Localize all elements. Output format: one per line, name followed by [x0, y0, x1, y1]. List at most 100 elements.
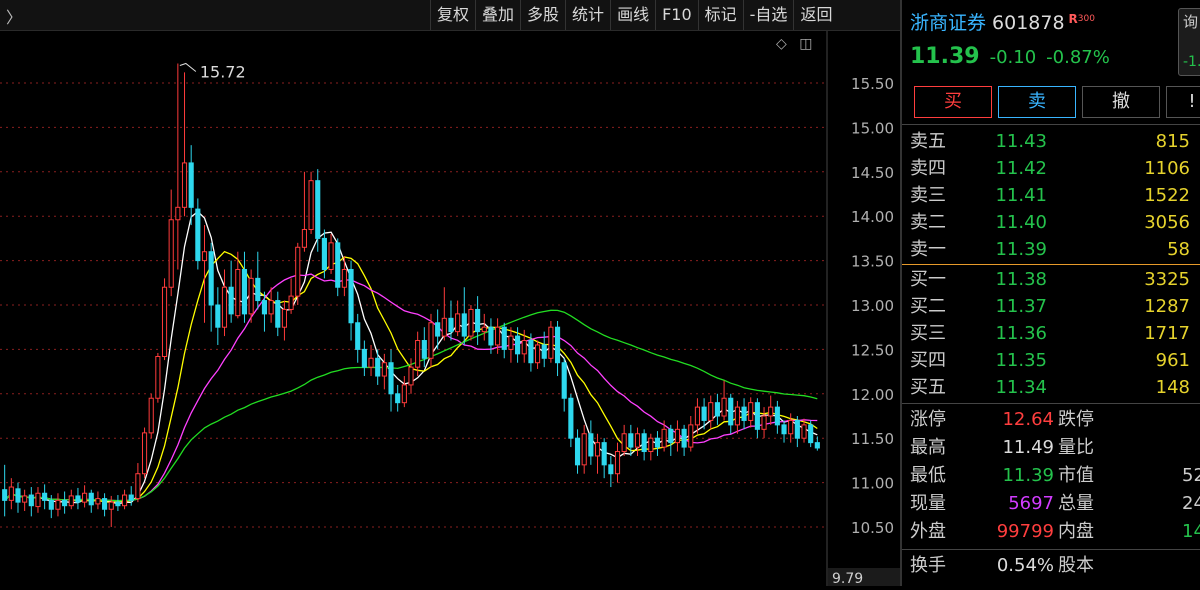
ask-row-1[interactable]: 卖一 11.39 58 — [910, 236, 1200, 263]
candle-body[interactable] — [68, 495, 74, 507]
candle-body[interactable] — [508, 335, 514, 350]
candle-body[interactable] — [375, 357, 381, 377]
candle-body[interactable] — [428, 322, 434, 359]
candle-body[interactable] — [75, 495, 81, 503]
ask-row-5[interactable]: 卖五 11.43 815 — [910, 128, 1200, 155]
candle-body[interactable] — [614, 451, 621, 475]
candle-body[interactable] — [441, 317, 447, 337]
candle-body[interactable] — [455, 313, 461, 333]
candle-body[interactable] — [488, 326, 494, 346]
candle-body[interactable] — [801, 424, 807, 439]
candle-body[interactable] — [561, 362, 567, 399]
candle-body[interactable] — [62, 499, 68, 507]
candle-body[interactable] — [814, 442, 820, 449]
candle-body[interactable] — [128, 494, 134, 501]
candle-body[interactable] — [568, 397, 574, 439]
candle-body[interactable] — [35, 492, 41, 508]
candle-body[interactable] — [42, 492, 48, 501]
candle-body[interactable] — [148, 397, 154, 434]
bid-row-1[interactable]: 买一 11.38 3325 — [910, 266, 1200, 293]
candle-body[interactable] — [15, 488, 21, 503]
candle-body[interactable] — [761, 415, 767, 430]
candle-body[interactable] — [275, 300, 281, 328]
candle-body[interactable] — [621, 433, 627, 453]
candle-body[interactable] — [55, 499, 61, 510]
candle-body[interactable] — [448, 317, 454, 333]
toolbar-button-watchlist[interactable]: -自选 — [742, 0, 794, 30]
stock-name[interactable]: 浙商证券 — [910, 12, 986, 34]
candle-body[interactable] — [122, 494, 128, 507]
candle-body[interactable] — [515, 335, 521, 355]
candle-body[interactable] — [188, 162, 194, 208]
toolbar-button-back[interactable]: 返回 — [793, 0, 838, 30]
candle-body[interactable] — [688, 424, 694, 448]
panel-toggle-icon[interactable]: ◫ — [799, 36, 812, 52]
candle-body[interactable] — [734, 406, 740, 426]
candle-body[interactable] — [281, 308, 288, 328]
candle-body[interactable] — [528, 340, 534, 364]
candle-body[interactable] — [388, 362, 394, 395]
candle-body[interactable] — [701, 406, 707, 421]
candle-body[interactable] — [548, 326, 554, 359]
toolbar-button-f10[interactable]: F10 — [655, 0, 698, 30]
toolbar-button-overlay[interactable]: 叠加 — [475, 0, 520, 30]
candle-body[interactable] — [208, 251, 214, 306]
bid-row-2[interactable]: 买二 11.37 1287 — [910, 293, 1200, 320]
candle-body[interactable] — [634, 433, 641, 448]
toolbar-button-multi-stock[interactable]: 多股 — [520, 0, 565, 30]
ask-row-3[interactable]: 卖三 11.41 1522 — [910, 182, 1200, 209]
candle-body[interactable] — [195, 208, 201, 262]
candle-body[interactable] — [694, 406, 701, 426]
candle-body[interactable] — [648, 437, 654, 453]
candle-body[interactable] — [95, 498, 101, 505]
candle-body[interactable] — [2, 489, 8, 501]
toolbar-button-mark[interactable]: 标记 — [697, 0, 743, 30]
candle-body[interactable] — [588, 433, 594, 457]
candle-body[interactable] — [161, 286, 168, 358]
candle-body[interactable] — [328, 242, 334, 270]
candle-body[interactable] — [8, 486, 14, 501]
candle-body[interactable] — [28, 494, 34, 507]
candle-body[interactable] — [708, 402, 714, 421]
candle-body[interactable] — [88, 492, 94, 506]
ask-row-4[interactable]: 卖四 11.42 1106 — [910, 155, 1200, 182]
candle-body[interactable] — [421, 340, 427, 359]
candle-body[interactable] — [475, 308, 481, 333]
candle-body[interactable] — [661, 428, 667, 448]
candle-body[interactable] — [321, 237, 327, 270]
candle-body[interactable] — [741, 406, 747, 421]
candle-body[interactable] — [361, 348, 367, 368]
candle-body[interactable] — [308, 180, 314, 231]
ask-row-2[interactable]: 卖二 11.40 3056 — [910, 209, 1200, 236]
candle-body[interactable] — [201, 251, 208, 262]
candle-body[interactable] — [608, 464, 614, 475]
candle-body[interactable] — [102, 498, 108, 510]
candle-body[interactable] — [221, 286, 228, 328]
candle-body[interactable] — [774, 406, 780, 426]
candle-body[interactable] — [215, 304, 221, 328]
candle-body[interactable] — [594, 442, 601, 457]
candle-body[interactable] — [248, 277, 254, 315]
cancel-order-button[interactable]: 撤 — [1082, 86, 1160, 118]
candle-body[interactable] — [135, 473, 141, 500]
candle-body[interactable] — [241, 268, 248, 315]
candle-body[interactable] — [574, 437, 581, 466]
candle-body[interactable] — [341, 268, 347, 288]
candle-body[interactable] — [654, 437, 661, 448]
candle-body[interactable] — [348, 268, 354, 324]
kline-chart-area[interactable]: 15.50 15.00 14.50 14.00 13.50 13.00 12.50 12.00… — [0, 31, 900, 587]
candle-body[interactable] — [794, 419, 800, 439]
candle-body[interactable] — [181, 162, 188, 208]
candle-body[interactable] — [461, 313, 467, 337]
candle-body[interactable] — [768, 406, 774, 417]
candle-body[interactable] — [261, 300, 268, 315]
candle-body[interactable] — [581, 433, 587, 466]
candle-body[interactable] — [408, 366, 414, 386]
candle-body[interactable] — [628, 433, 634, 448]
candle-body[interactable] — [401, 384, 407, 404]
candle-body[interactable] — [521, 340, 527, 355]
candle-body[interactable] — [175, 206, 181, 221]
bid-row-5[interactable]: 买五 11.34 148 — [910, 374, 1200, 401]
candle-body[interactable] — [288, 295, 294, 310]
candle-body[interactable] — [415, 340, 421, 368]
